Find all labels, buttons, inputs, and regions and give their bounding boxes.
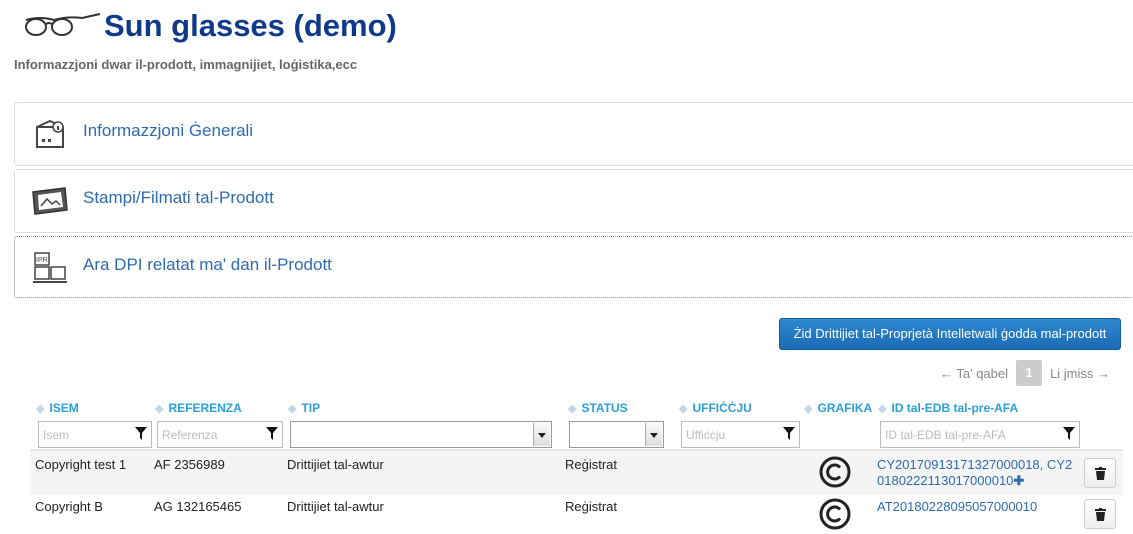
filter-icon [135, 427, 147, 440]
box-info-icon [36, 119, 64, 148]
filter-tip-select[interactable] [290, 421, 552, 448]
cell-tip: Drittijiet tal-awtur [287, 457, 384, 472]
picture-frame-icon [32, 187, 68, 215]
cell-tip: Drittijiet tal-awtur [287, 499, 384, 514]
panel-related-ipr-label: Ara DPI relatat ma' dan il-Prodott [83, 255, 332, 274]
sort-icon: ◆ [288, 403, 297, 415]
filter-status-select[interactable] [569, 421, 664, 448]
ipr-boxes-icon: IPR [33, 252, 67, 283]
col-header-grafika[interactable]: ◆ GRAFIKA [804, 401, 872, 415]
pager-next[interactable]: Li jmiss → [1050, 366, 1110, 381]
plus-icon[interactable]: ✚ [1013, 473, 1024, 488]
panel-product-images[interactable]: Stampi/Filmati tal-Prodott [14, 169, 1133, 233]
pager-prev[interactable]: ← Ta' qabel [940, 366, 1008, 381]
sort-icon: ◆ [878, 403, 887, 415]
filter-referenza-input[interactable]: Referenza [157, 421, 283, 448]
trash-icon [1095, 467, 1106, 480]
panel-general-info[interactable]: Informazzjoni Ġenerali [14, 102, 1133, 166]
delete-button[interactable] [1084, 499, 1116, 529]
page-title: Sun glasses (demo) [104, 8, 397, 43]
filter-ufficcju-input[interactable]: Uffiċċju [681, 421, 800, 448]
filter-icon [783, 427, 795, 440]
cell-referenza: AF 2356989 [154, 457, 225, 472]
panel-product-images-label: Stampi/Filmati tal-Prodott [83, 188, 274, 207]
chevron-down-icon [645, 423, 662, 446]
cell-edb-link[interactable]: AT20180228095057000010 [877, 499, 1073, 515]
page-subtitle: Informazzjoni dwar il-prodott, immagniji… [14, 57, 358, 72]
delete-button[interactable] [1084, 458, 1116, 488]
cell-status: Reġistrat [565, 457, 618, 472]
glasses-logo-icon [25, 13, 101, 36]
svg-text:IPR: IPR [36, 257, 48, 264]
pager-page-current[interactable]: 1 [1016, 360, 1043, 386]
sort-icon: ◆ [568, 403, 577, 415]
col-header-ufficcju[interactable]: ◆ UFFIĊĊJU [679, 401, 752, 415]
col-header-isem[interactable]: ◆ ISEM [36, 401, 79, 415]
filter-icon [1063, 427, 1075, 440]
panel-related-ipr[interactable]: IPR Ara DPI relatat ma' dan il-Prodott [14, 236, 1133, 298]
sort-icon: ◆ [804, 403, 813, 415]
sort-icon: ◆ [679, 403, 688, 415]
pagination: ← Ta' qabel 1 Li jmiss → [940, 360, 1110, 386]
col-header-tip[interactable]: ◆ TIP [288, 401, 320, 415]
add-ipr-button[interactable]: Żid Drittijiet tal-Proprjetà Intelletwal… [779, 318, 1121, 350]
trash-icon [1095, 508, 1106, 521]
col-header-edb[interactable]: ◆ ID tal-EDB tal-pre-AFA [878, 401, 1018, 415]
chevron-down-icon [533, 423, 550, 446]
cell-isem: Copyright B [35, 499, 103, 514]
filter-edb-input[interactable]: ID tal-EDB tal-pre-AFA [880, 421, 1080, 448]
table-row: Copyright test 1 AF 2356989 Drittijiet t… [30, 449, 1123, 495]
cell-status: Reġistrat [565, 499, 618, 514]
copyright-icon [819, 498, 851, 530]
cell-isem: Copyright test 1 [35, 457, 127, 472]
filter-isem-input[interactable]: Isem [38, 421, 152, 448]
sort-icon: ◆ [155, 403, 164, 415]
copyright-icon [819, 456, 851, 488]
table-row: Copyright B AG 132165465 Drittijiet tal-… [30, 495, 1123, 534]
panel-general-info-label: Informazzjoni Ġenerali [83, 121, 254, 140]
cell-referenza: AG 132165465 [154, 499, 242, 514]
sort-icon: ◆ [36, 403, 45, 415]
filter-icon [266, 427, 278, 440]
col-header-referenza[interactable]: ◆ REFERENZA [155, 401, 242, 415]
cell-edb-link[interactable]: CY20170913171327000018, CY2 018022211301… [877, 457, 1073, 489]
col-header-status[interactable]: ◆ STATUS [568, 401, 628, 415]
